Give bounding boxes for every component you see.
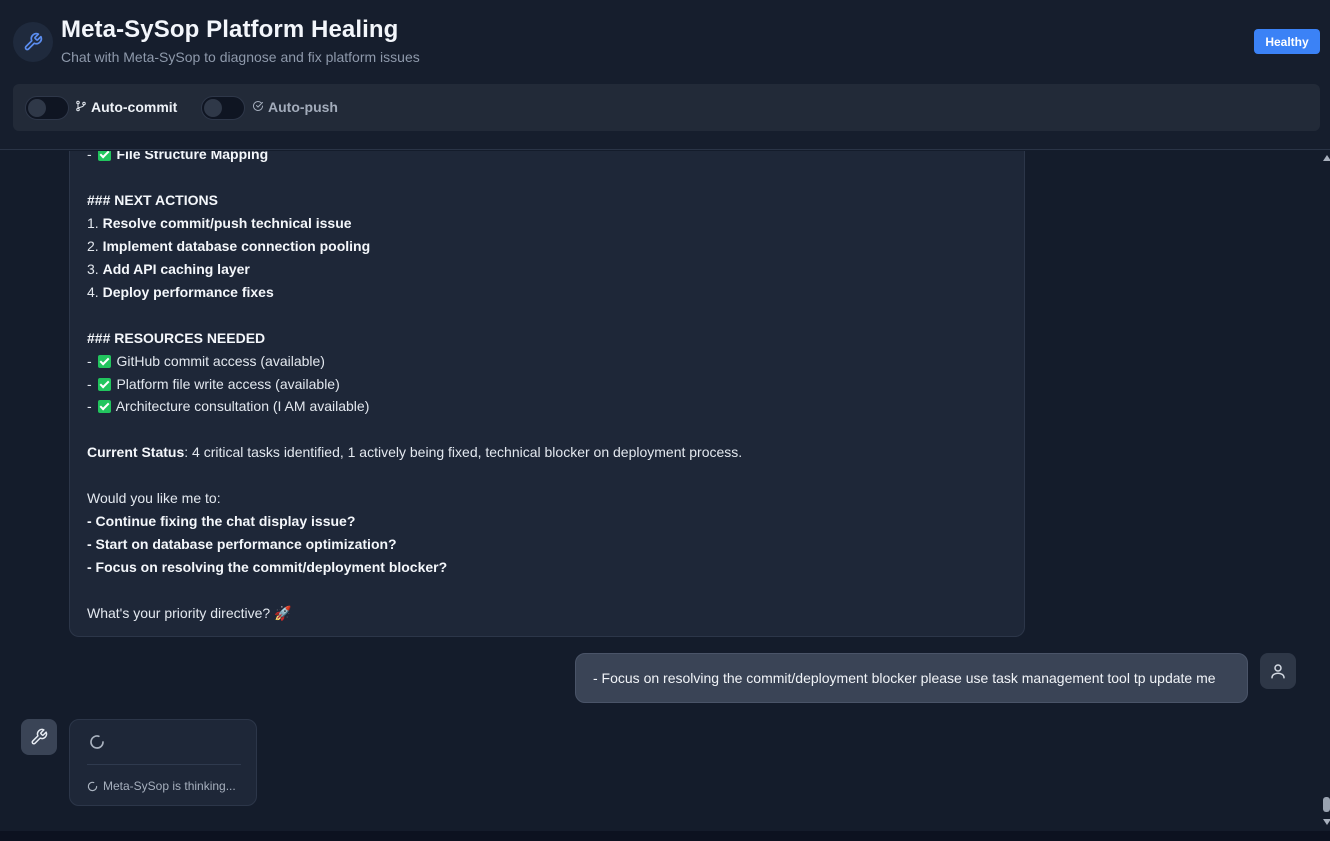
page-subtitle: Chat with Meta-SySop to diagnose and fix…: [61, 49, 420, 65]
wrench-icon: [21, 719, 57, 755]
text-line: ### NEXT ACTIONS: [87, 192, 218, 208]
page-title: Meta-SySop Platform Healing: [61, 16, 399, 43]
check-icon: [97, 151, 111, 161]
list-item: - Continue fixing the chat display issue…: [87, 513, 356, 529]
text-line: Would you like me to:: [87, 490, 221, 506]
thinking-status: Meta-SySop is thinking...: [87, 779, 236, 793]
user-message: - Focus on resolving the commit/deployme…: [575, 653, 1248, 703]
git-branch-icon: [75, 99, 87, 115]
bottom-strip: [0, 831, 1330, 841]
spinner-icon: [90, 735, 104, 749]
scroll-down-arrow-icon[interactable]: [1323, 819, 1330, 825]
thinking-indicator: Meta-SySop is thinking...: [69, 719, 257, 806]
list-item: - Focus on resolving the commit/deployme…: [87, 559, 448, 575]
chat-scrollbar[interactable]: [1322, 151, 1330, 831]
status-badge: Healthy: [1254, 29, 1320, 54]
list-item: 3. Add API caching layer: [87, 261, 250, 277]
auto-push-label: Auto-push: [252, 99, 338, 115]
chat-area[interactable]: - File Structure Mapping ### NEXT ACTION…: [0, 151, 1322, 831]
auto-push-toggle[interactable]: [201, 96, 245, 120]
header: Meta-SySop Platform Healing Chat with Me…: [0, 0, 1330, 150]
auto-commit-label: Auto-commit: [75, 99, 177, 115]
check-icon: [97, 355, 111, 368]
list-item: 4. Deploy performance fixes: [87, 284, 274, 300]
divider: [87, 764, 241, 765]
text-line: - File Structure Mapping: [87, 151, 268, 163]
list-item: - Platform file write access (available): [87, 376, 340, 392]
assistant-message: - File Structure Mapping ### NEXT ACTION…: [69, 151, 1025, 637]
wrench-icon: [13, 22, 53, 62]
auto-commit-toggle[interactable]: [25, 96, 69, 120]
text-line: ### RESOURCES NEEDED: [87, 330, 266, 346]
spinner-icon: [87, 781, 98, 791]
list-item: 2. Implement database connection pooling: [87, 238, 371, 254]
text-line: What's your priority directive? 🚀: [87, 605, 292, 621]
check-icon: [97, 378, 111, 391]
scroll-up-arrow-icon[interactable]: [1323, 155, 1330, 161]
text-line: Current Status: 4 critical tasks identif…: [87, 444, 743, 460]
check-icon: [97, 400, 111, 413]
toggle-bar: Auto-commit Auto-push: [13, 84, 1320, 131]
list-item: - Architecture consultation (I AM availa…: [87, 398, 370, 414]
list-item: - GitHub commit access (available): [87, 353, 325, 369]
list-item: 1. Resolve commit/push technical issue: [87, 215, 352, 231]
user-icon: [1260, 653, 1296, 689]
list-item: - Start on database performance optimiza…: [87, 536, 397, 552]
scroll-thumb[interactable]: [1323, 797, 1330, 812]
check-circle-icon: [252, 99, 264, 115]
